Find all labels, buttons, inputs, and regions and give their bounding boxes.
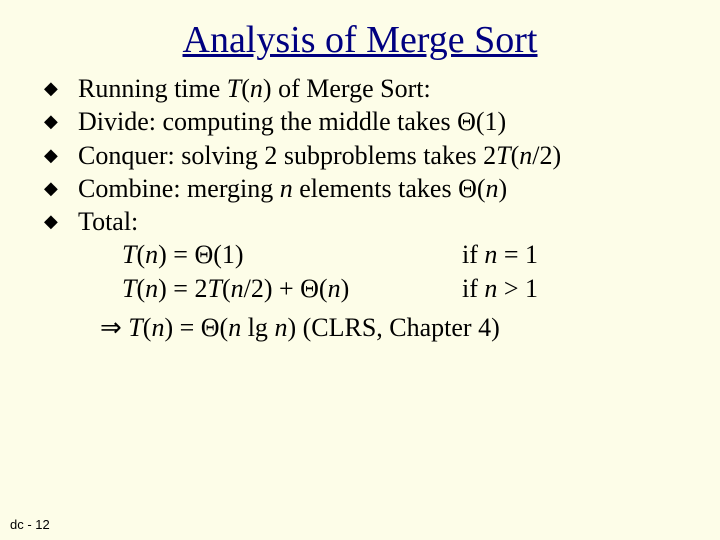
- text: /2) + Θ(: [244, 274, 328, 303]
- equation-right: if n > 1: [462, 272, 538, 305]
- var-n: n: [486, 174, 499, 203]
- bullet-text: Running time T(n) of Merge Sort:: [78, 72, 690, 105]
- text: /2): [532, 141, 561, 170]
- bullet-text: Combine: merging n elements takes Θ(n): [78, 172, 690, 205]
- text: of Merge Sort:: [272, 74, 431, 103]
- arrow-icon: ⇒: [100, 313, 128, 342]
- slide-footer: dc - 12: [10, 517, 50, 532]
- text: elements takes Θ(: [293, 174, 486, 203]
- var-T: T: [227, 74, 241, 103]
- text: ) = Θ(: [164, 313, 228, 342]
- bullet-icon: ◆: [44, 105, 78, 138]
- text: (: [222, 274, 231, 303]
- bullet-row: ◆ Running time T(n) of Merge Sort:: [44, 72, 690, 105]
- bullet-text: Total:: [78, 205, 690, 238]
- var-T: T: [496, 141, 510, 170]
- text: Conquer: solving 2 subproblems takes 2: [78, 141, 496, 170]
- var-T: T: [122, 240, 136, 269]
- text: (: [241, 74, 250, 103]
- text: (: [136, 240, 145, 269]
- var-n: n: [151, 313, 164, 342]
- equation-row: T(n) = Θ(1) if n = 1: [122, 238, 690, 271]
- var-n: n: [328, 274, 341, 303]
- equation-left: T(n) = Θ(1): [122, 238, 462, 271]
- text: ) = 2: [158, 274, 207, 303]
- bullet-row: ◆ Combine: merging n elements takes Θ(n): [44, 172, 690, 205]
- var-n: n: [231, 274, 244, 303]
- slide-body: ◆ Running time T(n) of Merge Sort: ◆ Div…: [0, 72, 720, 344]
- var-n: n: [274, 313, 287, 342]
- equation-left: T(n) = 2T(n/2) + Θ(n): [122, 272, 462, 305]
- bullet-text: Divide: computing the middle takes Θ(1): [78, 105, 690, 138]
- slide-title: Analysis of Merge Sort: [0, 0, 720, 72]
- text: Running time: [78, 74, 227, 103]
- equation-right: if n = 1: [462, 238, 538, 271]
- text: if: [462, 240, 484, 269]
- equation-block: T(n) = Θ(1) if n = 1 T(n) = 2T(n/2) + Θ(…: [44, 238, 690, 305]
- text: ) = Θ(1): [158, 240, 243, 269]
- var-T: T: [128, 313, 142, 342]
- var-n: n: [280, 174, 293, 203]
- bullet-icon: ◆: [44, 205, 78, 238]
- text: lg: [241, 313, 274, 342]
- conclusion: ⇒ T(n) = Θ(n lg n) (CLRS, Chapter 4): [44, 305, 690, 344]
- bullet-row: ◆ Divide: computing the middle takes Θ(1…: [44, 105, 690, 138]
- equation-row: T(n) = 2T(n/2) + Θ(n) if n > 1: [122, 272, 690, 305]
- text: ): [263, 74, 272, 103]
- var-n: n: [519, 141, 532, 170]
- var-n: n: [228, 313, 241, 342]
- bullet-icon: ◆: [44, 72, 78, 105]
- text: Combine: merging: [78, 174, 280, 203]
- var-n: n: [484, 240, 497, 269]
- text: > 1: [497, 274, 538, 303]
- bullet-text: Conquer: solving 2 subproblems takes 2T(…: [78, 139, 690, 172]
- text: (: [511, 141, 520, 170]
- var-n: n: [145, 274, 158, 303]
- slide: Analysis of Merge Sort ◆ Running time T(…: [0, 0, 720, 540]
- var-T: T: [122, 274, 136, 303]
- bullet-icon: ◆: [44, 139, 78, 172]
- var-n: n: [145, 240, 158, 269]
- text: (: [136, 274, 145, 303]
- var-n: n: [250, 74, 263, 103]
- bullet-row: ◆ Conquer: solving 2 subproblems takes 2…: [44, 139, 690, 172]
- text: if: [462, 274, 484, 303]
- bullet-row: ◆ Total:: [44, 205, 690, 238]
- text: ): [341, 274, 350, 303]
- bullet-icon: ◆: [44, 172, 78, 205]
- text: ) (CLRS, Chapter 4): [287, 313, 499, 342]
- text: = 1: [497, 240, 538, 269]
- var-n: n: [484, 274, 497, 303]
- var-T: T: [207, 274, 221, 303]
- text: ): [499, 174, 508, 203]
